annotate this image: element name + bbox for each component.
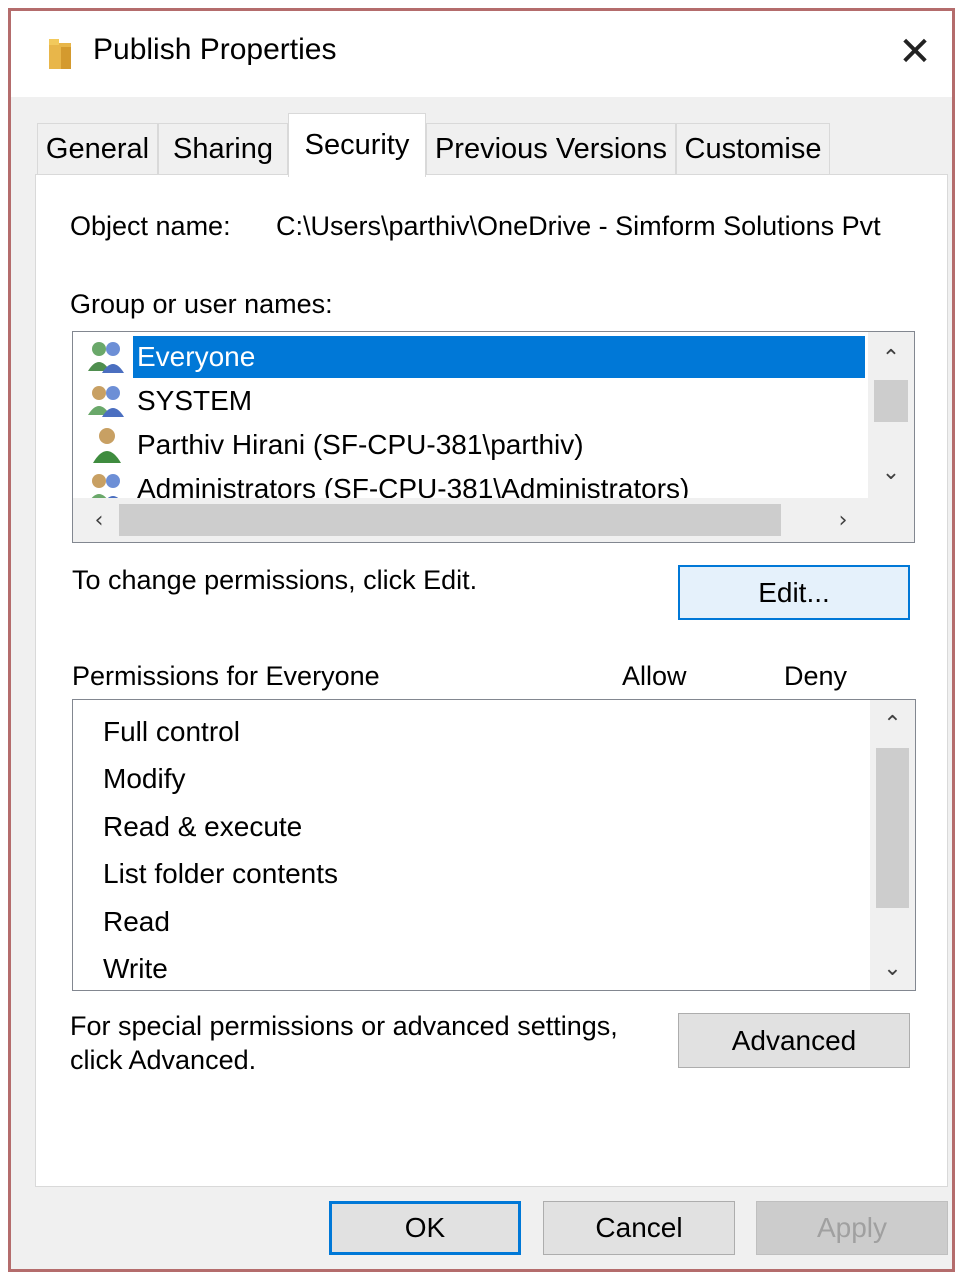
edit-button-label: Edit... [758,576,830,608]
group-users-icon [88,342,124,373]
scroll-up-icon[interactable]: ⌃ [870,704,915,744]
tab-label: General [45,133,150,165]
ok-button-label: OK [404,1212,446,1243]
window-title: Publish Properties [93,33,337,66]
title-bar: Publish Properties ✕ [11,11,952,97]
permission-row: Read [103,906,170,937]
user-name: Everyone [133,336,865,378]
users-horizontal-scrollbar[interactable]: ‹ › [73,498,914,542]
advanced-hint-line1: For special permissions or advanced sett… [70,1011,618,1041]
user-name: Parthiv Hirani (SF-CPU-381\parthiv) [137,429,584,460]
folder-icon [49,39,71,69]
allow-column-header: Allow [622,661,687,691]
permission-row: Write [103,953,168,984]
tab-previous-versions[interactable]: Previous Versions [426,123,676,175]
edit-button[interactable]: Edit... [678,565,910,620]
scroll-thumb[interactable] [876,748,909,908]
deny-column-header: Deny [784,661,848,691]
users-vertical-scrollbar[interactable]: ⌃ ⌄ [868,332,914,498]
tab-security[interactable]: Security [288,113,426,177]
advanced-button-label: Advanced [731,1024,857,1056]
list-item-everyone[interactable]: Everyone [85,336,865,378]
scroll-left-icon[interactable]: ‹ [79,498,119,542]
change-permissions-hint: To change permissions, click Edit. [72,565,478,595]
permission-row: Full control [103,716,240,747]
permission-row: Read & execute [103,811,303,842]
permission-row: Modify [103,763,186,794]
object-name-value: C:\Users\parthiv\OneDrive - Simform Solu… [276,211,881,241]
close-icon: ✕ [898,29,932,75]
scroll-up-icon[interactable]: ⌃ [868,338,914,378]
group-users-label: Group or user names: [70,289,333,319]
scroll-right-icon[interactable]: › [823,498,863,542]
scroll-thumb[interactable] [119,504,781,536]
permissions-vertical-scrollbar[interactable]: ⌃ ⌄ [870,700,915,990]
object-name-label: Object name: [70,211,231,241]
apply-button-label: Apply [816,1212,888,1243]
tab-sharing[interactable]: Sharing [158,123,288,175]
list-item-system[interactable]: SYSTEM [85,380,256,422]
scroll-down-icon[interactable]: ⌄ [868,452,914,492]
permissions-for-label: Permissions for Everyone [72,661,380,691]
cancel-button[interactable]: Cancel [543,1201,735,1255]
tab-general[interactable]: General [37,123,158,175]
tab-customise[interactable]: Customise [676,123,830,175]
tab-label: Customise [684,133,822,165]
advanced-button[interactable]: Advanced [678,1013,910,1068]
list-item-parthiv[interactable]: Parthiv Hirani (SF-CPU-381\parthiv) [85,424,588,466]
permission-row: List folder contents [103,858,339,889]
tab-label: Security [304,129,410,161]
apply-button[interactable]: Apply [756,1201,948,1255]
group-users-icon [88,386,124,417]
tab-label: Previous Versions [434,133,668,165]
properties-window: Publish Properties ✕ General Sharing Sec… [8,8,955,1272]
scroll-thumb[interactable] [874,380,908,422]
users-listbox[interactable]: Everyone SYSTEM Parthiv Hirani (SF-CPU-3… [72,331,915,543]
user-name: SYSTEM [137,385,253,416]
security-panel: Object name: C:\Users\parthiv\OneDrive -… [35,174,948,1187]
tab-label: Sharing [173,133,273,165]
cancel-button-label: Cancel [595,1212,683,1243]
ok-button[interactable]: OK [329,1201,521,1255]
close-button[interactable]: ✕ [884,21,946,83]
permissions-listbox[interactable]: Full control Modify Read & execute List … [72,699,916,991]
scroll-down-icon[interactable]: ⌄ [870,948,915,988]
advanced-hint-line2: click Advanced. [70,1045,257,1075]
user-icon [93,428,121,463]
